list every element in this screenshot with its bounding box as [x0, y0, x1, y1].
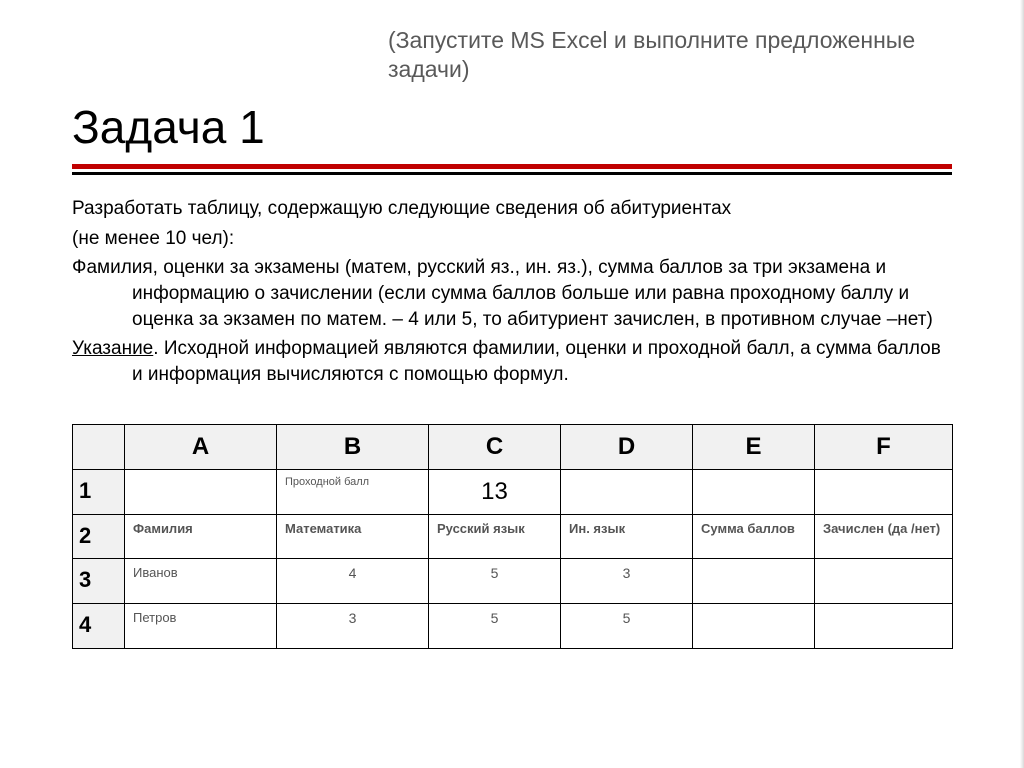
col-E: E [693, 425, 815, 470]
cell-D4: 5 [561, 604, 693, 649]
cell-F4 [815, 604, 953, 649]
cell-C1: 13 [429, 470, 561, 515]
cell-C3: 5 [429, 559, 561, 604]
slide-shadow [1020, 0, 1024, 768]
cell-A1 [125, 470, 277, 515]
cell-F2: Зачислен (да /нет) [815, 515, 953, 559]
slide-title: Задача 1 [72, 100, 265, 154]
cell-B2: Математика [277, 515, 429, 559]
table-row: 3 Иванов 4 5 3 [73, 559, 953, 604]
cell-B3: 4 [277, 559, 429, 604]
row-1-num: 1 [73, 470, 125, 515]
title-rule [72, 164, 952, 175]
row-3-num: 3 [73, 559, 125, 604]
col-A: A [125, 425, 277, 470]
table-row: 1 Проходной балл 13 [73, 470, 953, 515]
hint-text: . Исходной информацией являются фамилии,… [132, 338, 941, 385]
col-B: B [277, 425, 429, 470]
table-row: 4 Петров 3 5 5 [73, 604, 953, 649]
cell-C2: Русский язык [429, 515, 561, 559]
cell-E1 [693, 470, 815, 515]
body-text: Разработать таблицу, содержащую следующи… [72, 196, 952, 391]
cell-D2: Ин. язык [561, 515, 693, 559]
launch-note: (Запустите MS Excel и выполните предложе… [388, 26, 948, 84]
hint-label: Указание [72, 338, 153, 359]
cell-A3: Иванов [125, 559, 277, 604]
col-F: F [815, 425, 953, 470]
cell-D1 [561, 470, 693, 515]
cell-E3 [693, 559, 815, 604]
col-D: D [561, 425, 693, 470]
cell-F1 [815, 470, 953, 515]
cell-D3: 3 [561, 559, 693, 604]
cell-E4 [693, 604, 815, 649]
para-hint: Указание. Исходной информацией являются … [72, 336, 952, 387]
excel-table: A B C D E F 1 Проходной балл 13 2 Фамили… [72, 424, 952, 649]
col-C: C [429, 425, 561, 470]
cell-B1: Проходной балл [277, 470, 429, 515]
row-2-num: 2 [73, 515, 125, 559]
column-header-row: A B C D E F [73, 425, 953, 470]
para-3: Фамилия, оценки за экзамены (матем, русс… [72, 255, 952, 332]
para-2: (не менее 10 чел): [72, 226, 952, 252]
para-1: Разработать таблицу, содержащую следующи… [72, 196, 952, 222]
table-row: 2 Фамилия Математика Русский язык Ин. яз… [73, 515, 953, 559]
cell-B4: 3 [277, 604, 429, 649]
row-4-num: 4 [73, 604, 125, 649]
cell-F3 [815, 559, 953, 604]
corner-cell [73, 425, 125, 470]
cell-A2: Фамилия [125, 515, 277, 559]
cell-C4: 5 [429, 604, 561, 649]
cell-A4: Петров [125, 604, 277, 649]
cell-E2: Сумма баллов [693, 515, 815, 559]
